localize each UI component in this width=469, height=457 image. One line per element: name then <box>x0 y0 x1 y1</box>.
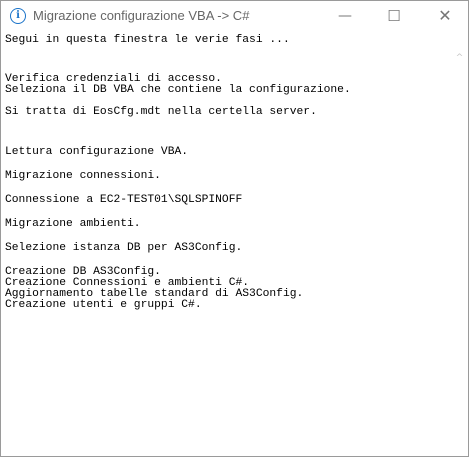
console-line: Connessione a EC2-TEST01\SQLSPINOFF <box>5 194 243 206</box>
vertical-scrollbar[interactable]: ^ <box>451 32 468 454</box>
window-title: Migrazione configurazione VBA -> C# <box>33 8 250 23</box>
console-line: Migrazione connessioni. <box>5 170 161 182</box>
console-window: i Migrazione configurazione VBA -> C# — … <box>0 0 469 457</box>
console-line: Lettura configurazione VBA. <box>5 146 189 158</box>
console-output[interactable]: Segui in questa finestra le verie fasi .… <box>5 32 451 452</box>
console-line: Migrazione ambienti. <box>5 218 141 230</box>
console-line: Seleziona il DB VBA che contiene la conf… <box>5 84 351 96</box>
console-line: Creazione utenti e gruppi C#. <box>5 299 202 311</box>
close-button[interactable]: ✕ <box>422 1 468 31</box>
minimize-button[interactable]: — <box>322 1 368 31</box>
maximize-button[interactable]: ☐ <box>371 1 417 31</box>
console-line: Segui in questa finestra le verie fasi .… <box>5 34 290 46</box>
console-line: Selezione istanza DB per AS3Config. <box>5 242 243 254</box>
scroll-up-arrow-icon[interactable]: ^ <box>451 52 468 64</box>
title-bar[interactable]: i Migrazione configurazione VBA -> C# — … <box>1 1 468 31</box>
console-line: Si tratta di EosCfg.mdt nella certella s… <box>5 106 317 118</box>
info-icon: i <box>10 8 26 24</box>
